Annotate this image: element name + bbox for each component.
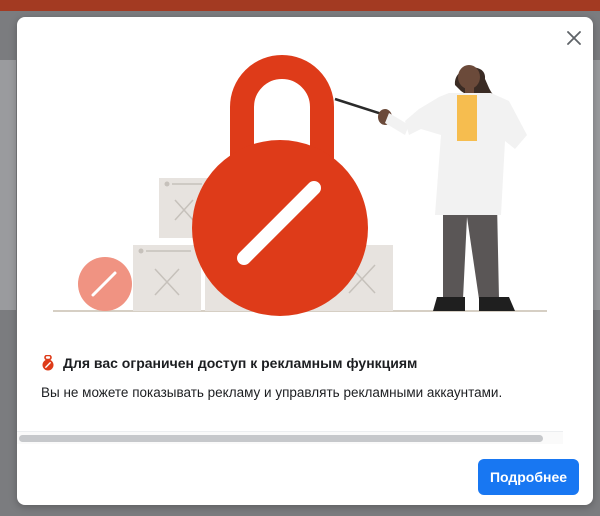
- restriction-icon: [42, 355, 54, 371]
- learn-more-button[interactable]: Подробнее: [478, 459, 579, 495]
- scrollbar-thumb[interactable]: [19, 435, 543, 442]
- pointer-stick: [334, 97, 386, 117]
- restriction-illustration: [53, 55, 547, 316]
- background-left-panel: [0, 60, 16, 310]
- dialog-title: Для вас ограничен доступ к рекламным фун…: [63, 355, 418, 371]
- small-restriction-circle: [78, 257, 132, 311]
- restriction-dialog: Для вас ограничен доступ к рекламным фун…: [17, 17, 593, 505]
- dialog-description: Вы не можете показывать рекламу и управл…: [41, 385, 503, 400]
- dialog-title-row: Для вас ограничен доступ к рекламным фун…: [41, 355, 417, 371]
- background-top-bar: [0, 0, 600, 11]
- horizontal-scrollbar[interactable]: [17, 431, 563, 444]
- background-right-panel: [592, 60, 600, 310]
- box-front: [133, 245, 201, 311]
- lock-graphic: [192, 55, 368, 316]
